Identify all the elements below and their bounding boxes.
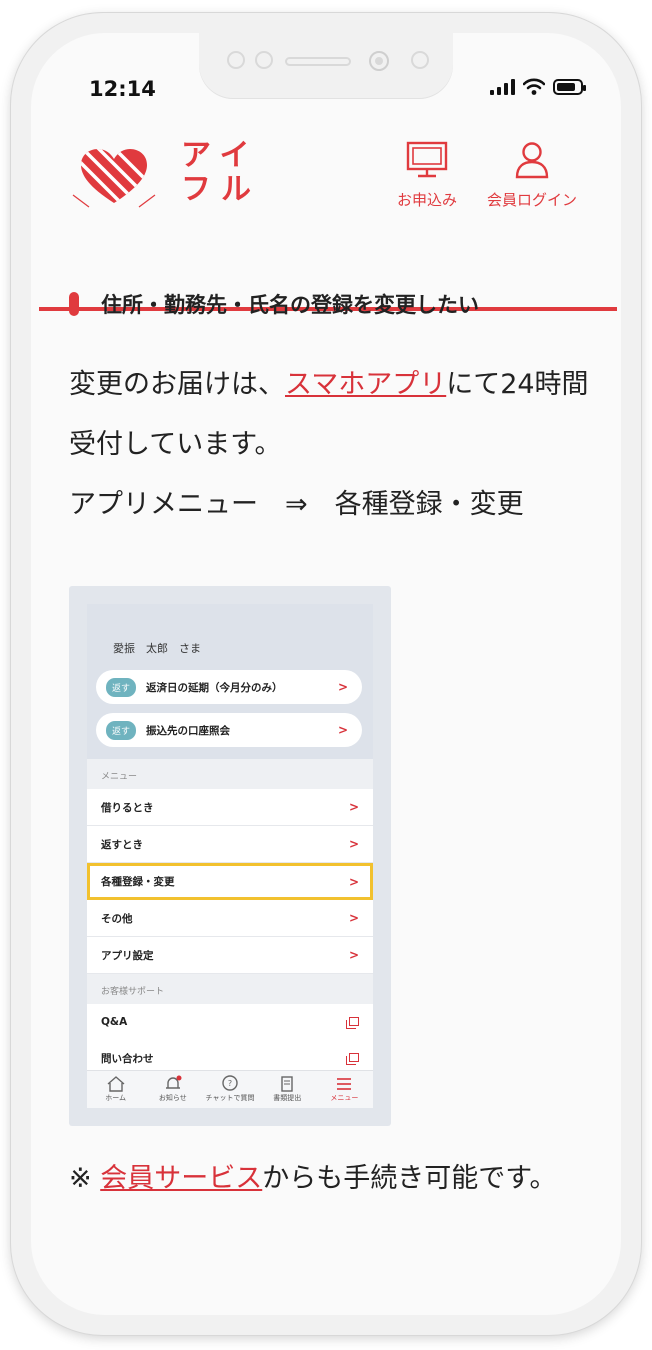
quick-action-label: 返済日の延期（今月分のみ）	[146, 681, 283, 694]
svg-text:?: ?	[228, 1079, 232, 1088]
quick-action-label: 振込先の口座照会	[146, 724, 231, 737]
app-top-area: 愛振 太郎 さま 返す 返済日の延期（今月分のみ） > 返す 振込先の口座照会 …	[87, 604, 373, 759]
camera-icon	[369, 51, 389, 71]
app-tab-label: チャットで質問	[205, 1094, 255, 1102]
apply-button[interactable]: お申込み	[397, 141, 457, 210]
app-menu-item-label: 返すとき	[101, 838, 143, 851]
bell-icon	[165, 1075, 182, 1089]
status-icons	[490, 78, 586, 95]
section-title: 住所・勤務先・氏名の登録を変更したい	[101, 293, 479, 317]
logo-text-line: フル	[181, 172, 261, 207]
wifi-icon	[523, 78, 545, 95]
note-text: ※ 会員サービスからも手続き可能です。	[69, 1149, 599, 1209]
app-menu-item-highlighted: 各種登録・変更 >	[87, 863, 373, 900]
app-screenshot: 愛振 太郎 さま 返す 返済日の延期（今月分のみ） > 返す 振込先の口座照会 …	[69, 586, 391, 1126]
section-heading: 住所・勤務先・氏名の登録を変更したい	[69, 289, 479, 319]
chevron-right-icon: >	[348, 800, 359, 814]
app-tab-chat: ? チャットで質問	[201, 1071, 258, 1108]
sensor-dot	[255, 51, 273, 69]
monitor-icon	[406, 141, 448, 178]
member-login-button[interactable]: 会員ログイン	[487, 141, 577, 210]
sensor-dot	[411, 51, 429, 69]
app-support-item-label: 問い合わせ	[101, 1053, 154, 1065]
body-text: 変更のお届けは、スマホアプリにて24時間受付しています。 アプリメニュー ⇒ 各…	[69, 355, 599, 535]
logo-text: アイ フル	[181, 139, 261, 207]
app-menu-item: 返すとき >	[87, 826, 373, 863]
app-menu-item: その他 >	[87, 900, 373, 937]
app-tab-label: 書類提出	[273, 1094, 302, 1102]
chevron-right-icon: >	[337, 723, 348, 737]
logo-heart-icon	[72, 149, 156, 208]
chevron-right-icon: >	[348, 837, 359, 851]
app-tab-label: メニュー	[330, 1094, 359, 1102]
app-menu-item-label: 各種登録・変更	[101, 876, 175, 888]
app-tab-bar: ホーム お知らせ ? チャットで質問 書類提出 メニュー	[87, 1070, 373, 1108]
user-icon	[515, 142, 549, 179]
app-menu-item: アプリ設定 >	[87, 937, 373, 974]
quick-action-tag: 返す	[106, 677, 137, 697]
smartphone-app-link[interactable]: スマホアプリ	[285, 369, 446, 400]
status-time: 12:14	[89, 77, 156, 101]
quick-action-item: 返す 振込先の口座照会 >	[96, 713, 362, 747]
battery-icon	[553, 79, 586, 95]
app-tab-documents: 書類提出	[259, 1071, 316, 1108]
logo-text-line: アイ	[181, 138, 260, 173]
quick-action-item: 返す 返済日の延期（今月分のみ） >	[96, 670, 362, 704]
apply-label: お申込み	[397, 191, 458, 209]
app-menu-item-label: その他	[101, 912, 133, 925]
chevron-right-icon: >	[348, 911, 359, 925]
app-support-item-label: Q&A	[101, 1016, 128, 1028]
app-tab-label: ホーム	[105, 1094, 126, 1102]
app-user-name: 愛振 太郎 さま	[113, 642, 201, 655]
app-menu-item-label: 借りるとき	[101, 801, 154, 814]
app-screen: 愛振 太郎 さま 返す 返済日の延期（今月分のみ） > 返す 振込先の口座照会 …	[87, 604, 373, 1108]
chevron-right-icon: >	[348, 874, 359, 889]
speaker	[285, 57, 351, 66]
app-tab-menu: メニュー	[316, 1071, 373, 1108]
app-menu-item: 借りるとき >	[87, 789, 373, 826]
phone-frame: 12:14 アイ フル お申込み 会員ログイン 住所・勤務先・氏名の登録を変更し…	[11, 13, 641, 1335]
chevron-right-icon: >	[337, 680, 348, 694]
app-support-section-label: お客様サポート	[87, 974, 373, 1004]
sensor-dot	[227, 51, 245, 69]
app-menu-section-label: メニュー	[87, 759, 373, 789]
external-link-icon	[346, 1053, 359, 1065]
body-text-part: 変更のお届けは、	[69, 369, 285, 400]
app-tab-notice: お知らせ	[144, 1071, 201, 1108]
quick-action-tag: 返す	[106, 720, 137, 740]
phone-screen: 12:14 アイ フル お申込み 会員ログイン 住所・勤務先・氏名の登録を変更し…	[31, 33, 621, 1315]
app-support-item: Q&A	[87, 1004, 373, 1041]
heading-marker	[69, 292, 79, 316]
notch	[199, 33, 453, 99]
member-service-link[interactable]: 会員サービス	[100, 1163, 262, 1194]
menu-icon	[337, 1078, 352, 1090]
app-tab-home: ホーム	[87, 1071, 144, 1108]
document-icon	[281, 1076, 293, 1092]
note-prefix: ※	[69, 1163, 101, 1194]
home-icon	[107, 1076, 125, 1092]
note-suffix: からも手続き可能です。	[262, 1163, 557, 1194]
chat-icon: ?	[222, 1075, 238, 1091]
app-menu-item-label: アプリ設定	[101, 949, 154, 962]
member-login-label: 会員ログイン	[487, 191, 578, 209]
chevron-right-icon: >	[348, 948, 359, 962]
site-header: アイ フル お申込み 会員ログイン	[31, 131, 621, 311]
signal-icon	[490, 79, 515, 95]
app-menu-path: アプリメニュー ⇒ 各種登録・変更	[69, 489, 524, 520]
app-tab-label: お知らせ	[158, 1094, 187, 1102]
external-link-icon	[346, 1017, 359, 1029]
